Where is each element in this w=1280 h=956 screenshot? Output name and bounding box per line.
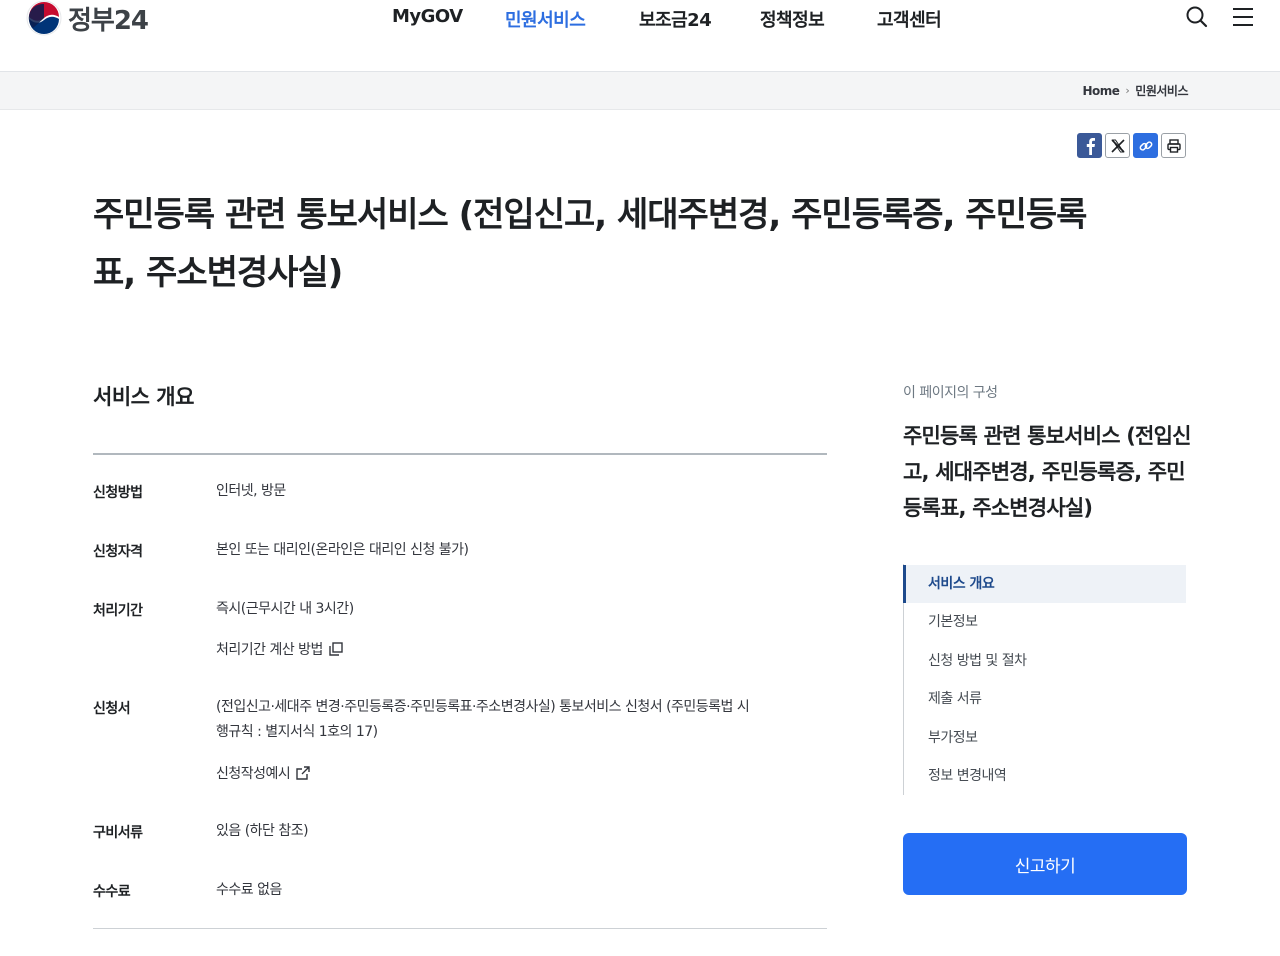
- hamburger-menu-icon[interactable]: [1230, 4, 1256, 30]
- print-button[interactable]: [1161, 133, 1186, 158]
- period-calculation-link[interactable]: 처리기간 계산 방법: [216, 639, 344, 659]
- breadcrumb-bar: Home › 민원서비스: [0, 72, 1280, 110]
- toc-list: 서비스 개요 기본정보 신청 방법 및 절차 제출 서류 부가정보 정보 변경내…: [903, 564, 1187, 795]
- method-value: 인터넷, 방문: [216, 483, 286, 499]
- toc-item-basic-info[interactable]: 기본정보: [904, 603, 1187, 641]
- page-title-line1: 주민등록 관련 통보서비스 (전입신고, 세대주변경, 주민등록증, 주민등록: [93, 195, 1087, 235]
- method-label: 신청방법: [93, 485, 143, 501]
- external-link-icon: [296, 766, 310, 780]
- toc-caption: 이 페이지의 구성: [903, 385, 998, 401]
- toc-item-change-history[interactable]: 정보 변경내역: [904, 757, 1187, 795]
- form-label: 신청서: [93, 701, 131, 717]
- section-divider-bottom: [93, 928, 827, 929]
- main-navigation: MyGOV 민원서비스 보조금24 정책정보 고객센터: [0, 6, 1280, 32]
- page-title-line2: 표, 주소변경사실): [93, 253, 343, 293]
- form-value: (전입신고·세대주 변경·주민등록증·주민등록표·주소변경사실) 통보서비스 신…: [216, 695, 826, 745]
- copy-link-button[interactable]: [1133, 133, 1158, 158]
- documents-value: 있음 (하단 참조): [216, 823, 309, 839]
- chevron-right-icon: ›: [1125, 84, 1130, 97]
- form-value-line1: (전입신고·세대주 변경·주민등록증·주민등록표·주소변경사실) 통보서비스 신…: [216, 699, 750, 715]
- nav-item-customer-center[interactable]: 고객센터: [877, 6, 942, 32]
- eligibility-label: 신청자격: [93, 544, 143, 560]
- period-calculation-link-label: 처리기간 계산 방법: [216, 642, 323, 658]
- popup-window-icon: [329, 642, 343, 656]
- print-icon: [1166, 138, 1181, 153]
- site-header: 정부24 MyGOV 민원서비스 보조금24 정책정보 고객센터: [0, 0, 1280, 72]
- page-title: 주민등록 관련 통보서비스 (전입신고, 세대주변경, 주민등록증, 주민등록 …: [93, 186, 1183, 302]
- breadcrumb: Home › 민원서비스: [1082, 82, 1188, 99]
- form-example-link-label: 신청작성예시: [216, 766, 291, 782]
- form-example-link[interactable]: 신청작성예시: [216, 763, 311, 783]
- service-overview-title: 서비스 개요: [93, 385, 194, 409]
- search-icon[interactable]: [1184, 4, 1210, 30]
- report-button[interactable]: 신고하기: [903, 833, 1187, 895]
- breadcrumb-current[interactable]: 민원서비스: [1135, 82, 1188, 99]
- nav-item-mygov[interactable]: MyGOV: [392, 6, 463, 27]
- toc-item-service-overview[interactable]: 서비스 개요: [903, 565, 1186, 603]
- toc-item-required-documents[interactable]: 제출 서류: [904, 680, 1187, 718]
- form-value-line2: 행규칙 : 별지서식 1호의 17): [216, 724, 378, 740]
- facebook-icon: [1086, 137, 1095, 155]
- nav-item-policy-info[interactable]: 정책정보: [760, 6, 825, 32]
- fee-value: 수수료 없음: [216, 882, 282, 898]
- nav-item-civil-service[interactable]: 민원서비스: [505, 6, 586, 32]
- documents-label: 구비서류: [93, 825, 143, 841]
- toc-item-additional-info[interactable]: 부가정보: [904, 719, 1187, 757]
- facebook-share-button[interactable]: [1077, 133, 1102, 158]
- period-value: 즉시(근무시간 내 3시간): [216, 601, 354, 617]
- period-label: 처리기간: [93, 603, 143, 619]
- link-icon: [1139, 140, 1152, 151]
- toc-title: 주민등록 관련 통보서비스 (전입신고, 세대주변경, 주민등록증, 주민등록표…: [903, 424, 1191, 520]
- x-twitter-icon: [1110, 138, 1125, 153]
- toc-item-application-procedure[interactable]: 신청 방법 및 절차: [904, 642, 1187, 680]
- breadcrumb-home[interactable]: Home: [1082, 84, 1119, 98]
- fee-label: 수수료: [93, 884, 131, 900]
- share-toolbar: [1077, 133, 1186, 158]
- nav-item-subsidy24[interactable]: 보조금24: [639, 6, 712, 32]
- eligibility-value: 본인 또는 대리인(온라인은 대리인 신청 불가): [216, 542, 469, 558]
- section-divider: [93, 453, 827, 455]
- x-share-button[interactable]: [1105, 133, 1130, 158]
